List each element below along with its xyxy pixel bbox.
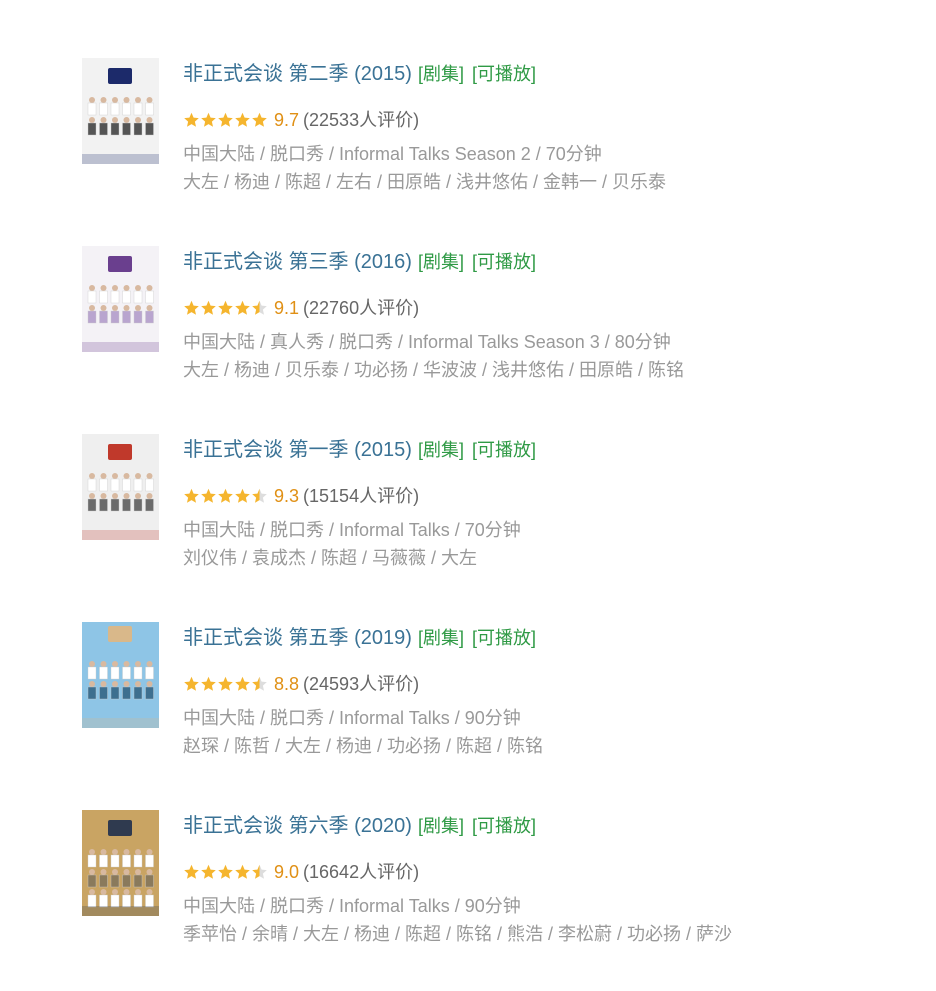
star-rating (183, 300, 268, 316)
rating-line: 9.3 (15154人评价) (183, 485, 419, 507)
poster-thumbnail[interactable] (82, 622, 159, 728)
star-icon (252, 864, 267, 879)
star-icon (252, 676, 267, 691)
star-icon (201, 676, 216, 691)
series-tag-link[interactable]: [剧集] (418, 252, 464, 272)
poster-image (82, 246, 159, 352)
vote-count: (16642人评价) (303, 862, 420, 882)
star-icon (201, 488, 216, 503)
rating-line: 8.8 (24593人评价) (183, 673, 419, 695)
title-line: 非正式会谈 第三季 (2016) [剧集] [可播放] (183, 249, 536, 275)
star-icon (252, 112, 267, 127)
meta-info: 中国大陆 / 脱口秀 / Informal Talks Season 2 / 7… (183, 144, 602, 164)
star-icon (218, 300, 233, 315)
playable-tag-link[interactable]: [可播放] (472, 816, 536, 836)
poster-image (82, 58, 159, 164)
poster-image (82, 810, 159, 916)
meta-info: 中国大陆 / 脱口秀 / Informal Talks / 90分钟 (183, 896, 521, 916)
series-tag-link[interactable]: [剧集] (418, 64, 464, 84)
rating-score: 8.8 (274, 674, 300, 694)
cast-list: 赵琛 / 陈哲 / 大左 / 杨迪 / 功必扬 / 陈超 / 陈铭 (183, 736, 544, 756)
rating-score: 9.3 (274, 486, 300, 506)
cast-list: 大左 / 杨迪 / 陈超 / 左右 / 田原皓 / 浅井悠佑 / 金韩一 / 贝… (183, 172, 667, 192)
star-rating (183, 488, 268, 504)
star-icon (184, 488, 199, 503)
cast-list: 季苹怡 / 余晴 / 大左 / 杨迪 / 陈超 / 陈铭 / 熊浩 / 李松蔚 … (183, 924, 733, 944)
star-icon (252, 488, 267, 503)
result-title-link[interactable]: 非正式会谈 第二季 (2015) (183, 63, 412, 85)
meta-info: 中国大陆 / 脱口秀 / Informal Talks / 70分钟 (183, 520, 521, 540)
rating-score: 9.0 (274, 862, 300, 882)
vote-count: (24593人评价) (303, 674, 420, 694)
meta-info: 中国大陆 / 真人秀 / 脱口秀 / Informal Talks Season… (183, 332, 671, 352)
playable-tag-link[interactable]: [可播放] (472, 628, 536, 648)
cast-list: 刘仪伟 / 袁成杰 / 陈超 / 马薇薇 / 大左 (183, 548, 478, 568)
result-item: 非正式会谈 第三季 (2016) [剧集] [可播放] 9.1 (22760人评价)… (82, 246, 902, 396)
star-icon (235, 864, 250, 879)
rating-line: 9.1 (22760人评价) (183, 297, 419, 319)
series-tag-link[interactable]: [剧集] (418, 440, 464, 460)
series-tag-link[interactable]: [剧集] (418, 816, 464, 836)
vote-count: (22533人评价) (303, 110, 420, 130)
star-icon (252, 300, 267, 315)
star-icon (184, 300, 199, 315)
star-icon (218, 488, 233, 503)
poster-thumbnail[interactable] (82, 434, 159, 540)
star-icon (218, 112, 233, 127)
star-icon (201, 112, 216, 127)
rating-line: 9.0 (16642人评价) (183, 861, 419, 883)
title-line: 非正式会谈 第一季 (2015) [剧集] [可播放] (183, 437, 536, 463)
vote-count: (15154人评价) (303, 486, 420, 506)
result-item: 非正式会谈 第二季 (2015) [剧集] [可播放] 9.7 (22533人评价)… (82, 58, 902, 208)
cast-list: 大左 / 杨迪 / 贝乐泰 / 功必扬 / 华波波 / 浅井悠佑 / 田原皓 /… (183, 360, 685, 380)
star-icon (235, 300, 250, 315)
star-icon (218, 676, 233, 691)
star-icon (218, 864, 233, 879)
star-icon (235, 112, 250, 127)
star-rating (183, 676, 268, 692)
poster-image (82, 622, 159, 728)
star-icon (201, 300, 216, 315)
playable-tag-link[interactable]: [可播放] (472, 64, 536, 84)
rating-line: 9.7 (22533人评价) (183, 109, 419, 131)
poster-image (82, 434, 159, 540)
playable-tag-link[interactable]: [可播放] (472, 440, 536, 460)
star-icon (201, 864, 216, 879)
star-icon (184, 676, 199, 691)
meta-info: 中国大陆 / 脱口秀 / Informal Talks / 90分钟 (183, 708, 521, 728)
poster-thumbnail[interactable] (82, 246, 159, 352)
star-icon (184, 864, 199, 879)
result-title-link[interactable]: 非正式会谈 第一季 (2015) (183, 439, 412, 461)
star-icon (235, 488, 250, 503)
playable-tag-link[interactable]: [可播放] (472, 252, 536, 272)
search-result-list: 非正式会谈 第二季 (2015) [剧集] [可播放] 9.7 (22533人评价)… (0, 0, 936, 991)
poster-thumbnail[interactable] (82, 58, 159, 164)
star-icon (235, 676, 250, 691)
star-rating (183, 864, 268, 880)
result-title-link[interactable]: 非正式会谈 第六季 (2020) (183, 815, 412, 837)
series-tag-link[interactable]: [剧集] (418, 628, 464, 648)
result-title-link[interactable]: 非正式会谈 第五季 (2019) (183, 627, 412, 649)
result-item: 非正式会谈 第一季 (2015) [剧集] [可播放] 9.3 (15154人评价)… (82, 434, 902, 584)
result-item: 非正式会谈 第五季 (2019) [剧集] [可播放] 8.8 (24593人评价)… (82, 622, 902, 772)
title-line: 非正式会谈 第六季 (2020) [剧集] [可播放] (183, 813, 536, 839)
rating-score: 9.1 (274, 298, 300, 318)
star-rating (183, 112, 268, 128)
title-line: 非正式会谈 第五季 (2019) [剧集] [可播放] (183, 625, 536, 651)
result-title-link[interactable]: 非正式会谈 第三季 (2016) (183, 251, 412, 273)
star-icon (184, 112, 199, 127)
result-item: 非正式会谈 第六季 (2020) [剧集] [可播放] 9.0 (16642人评价)… (82, 810, 902, 960)
title-line: 非正式会谈 第二季 (2015) [剧集] [可播放] (183, 61, 536, 87)
rating-score: 9.7 (274, 110, 300, 130)
vote-count: (22760人评价) (303, 298, 420, 318)
poster-thumbnail[interactable] (82, 810, 159, 916)
